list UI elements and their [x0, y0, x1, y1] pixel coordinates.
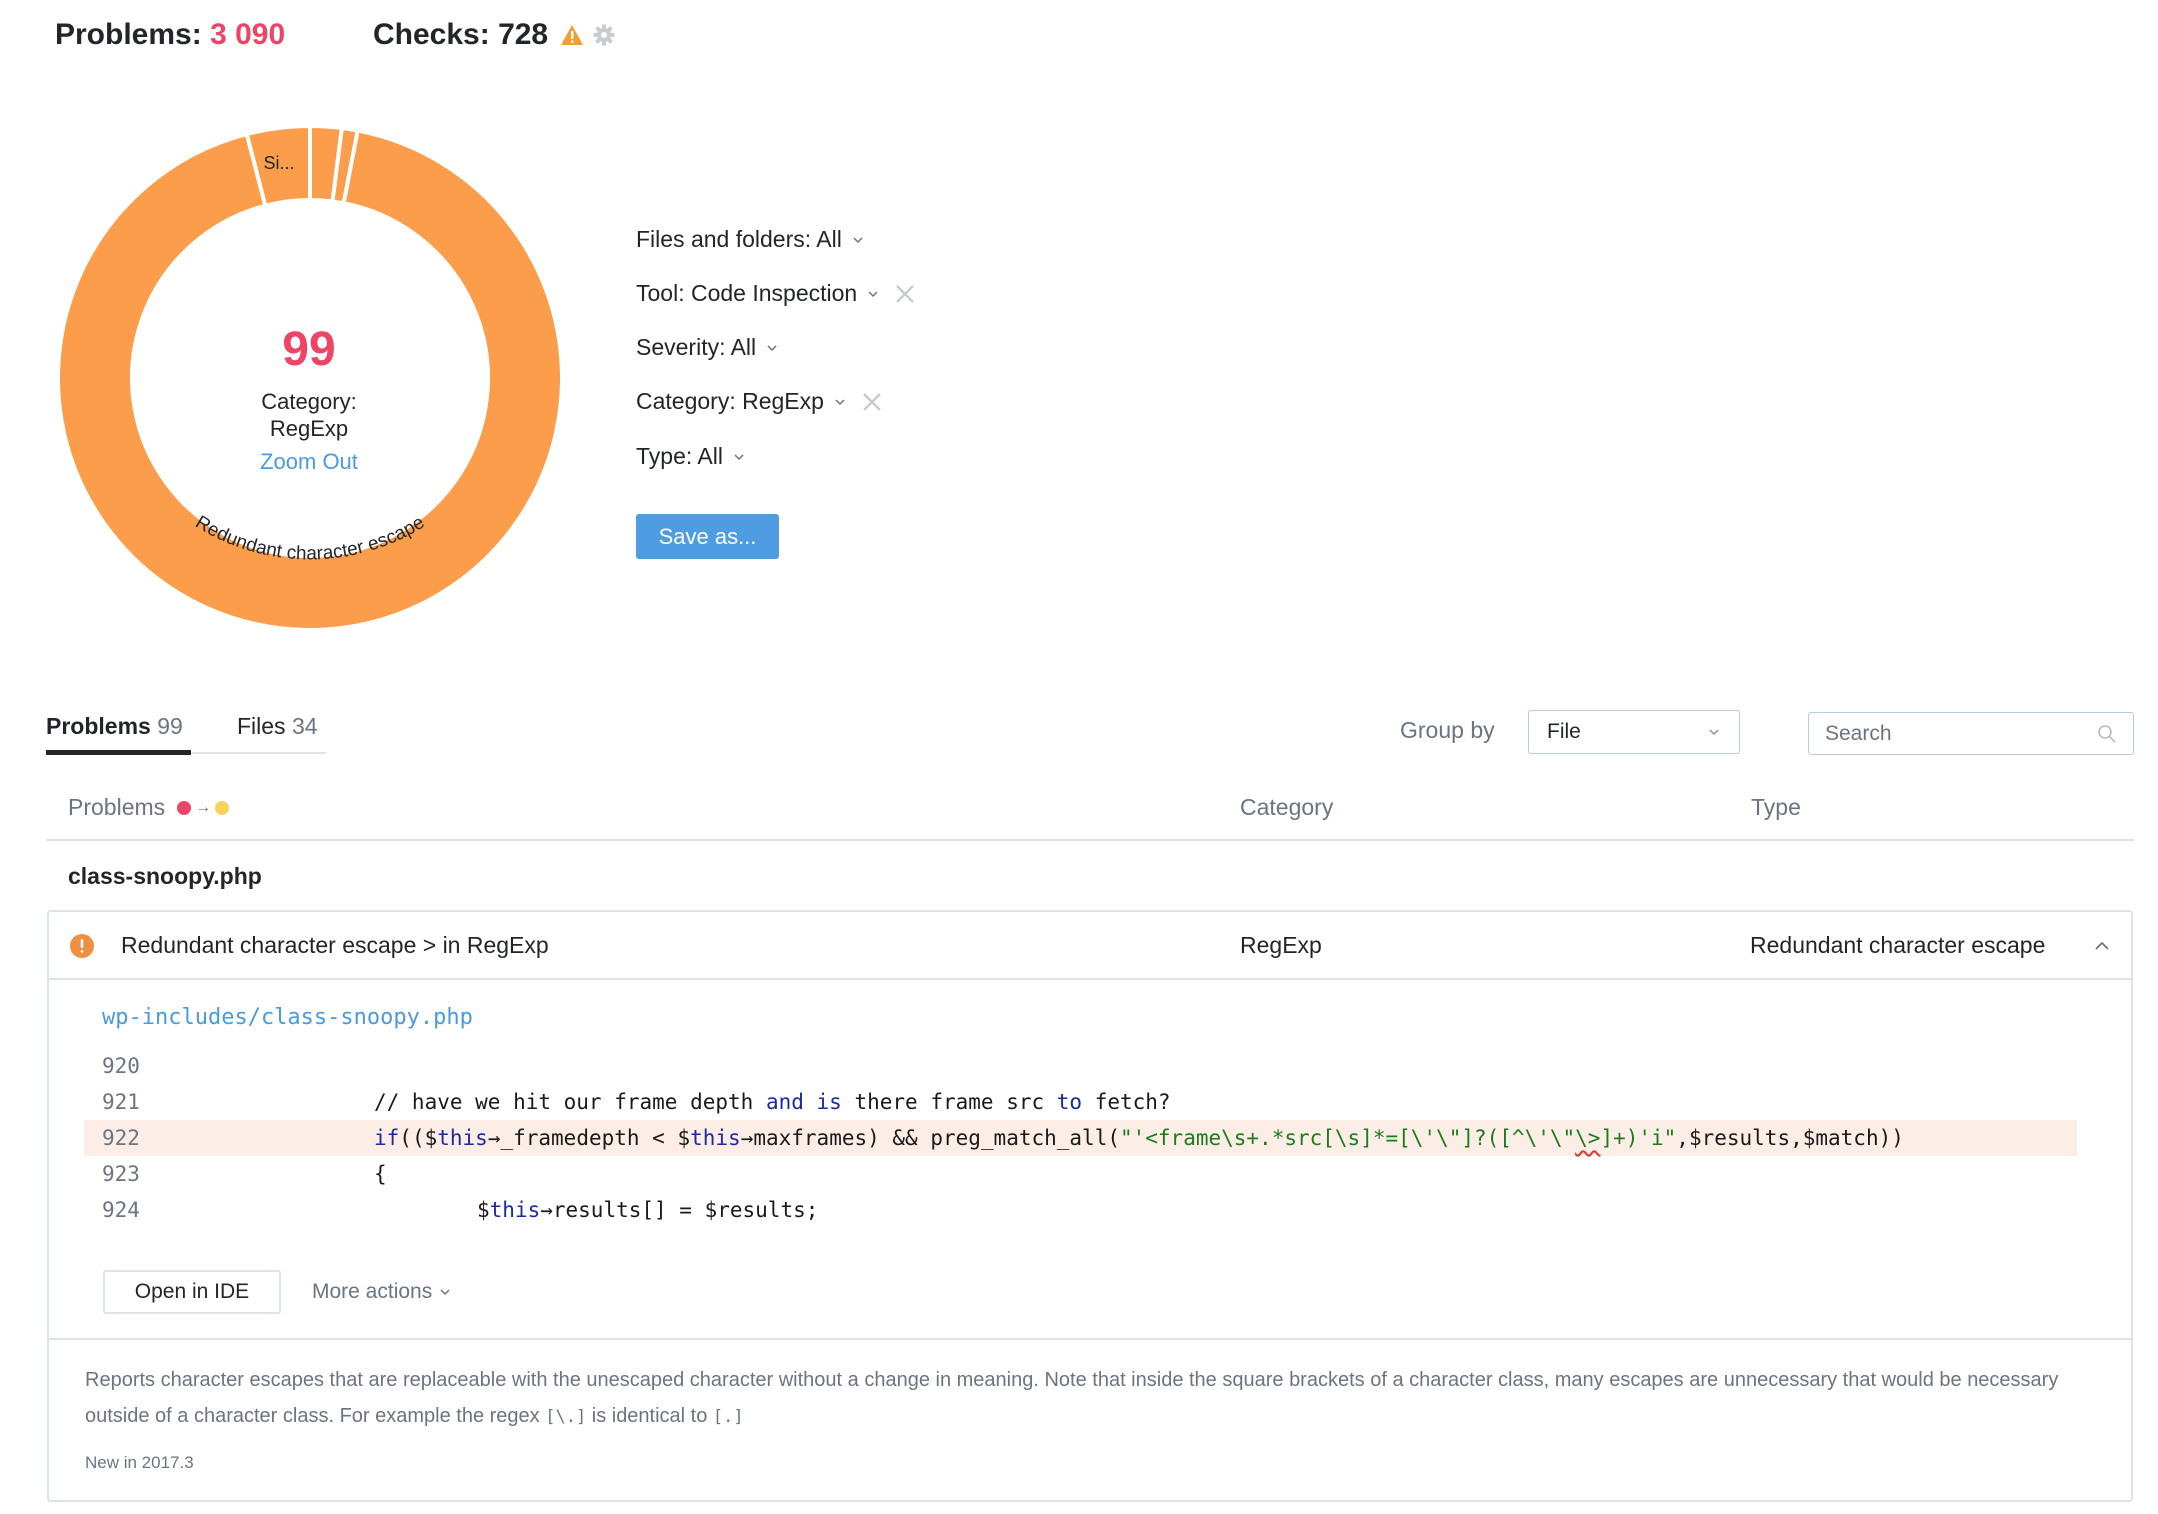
active-tab-indicator	[46, 750, 191, 755]
chevron-down-icon	[767, 344, 777, 351]
code-text: if(($this→_framedepth < $this→maxframes)…	[374, 1126, 1904, 1150]
search-box[interactable]	[1808, 712, 2134, 755]
chevron-down-icon	[440, 1289, 450, 1296]
group-file-name: class-snoopy.php	[68, 863, 262, 889]
warning-triangle-icon[interactable]	[560, 24, 584, 46]
line-number: 924	[102, 1198, 140, 1222]
slice-label-si: Si...	[263, 153, 294, 173]
search-icon	[2098, 724, 2116, 743]
group-by-value: File	[1547, 720, 1581, 743]
chevron-down-icon	[1709, 729, 1719, 736]
column-header-label: Problems	[68, 794, 166, 820]
code-text: {	[374, 1162, 387, 1186]
close-icon[interactable]	[861, 391, 883, 413]
filter-label: Category: RegExp	[636, 388, 824, 414]
close-icon[interactable]	[894, 283, 916, 305]
problem-type: Redundant character escape	[1750, 932, 2046, 958]
more-actions-label: More actions	[312, 1280, 433, 1303]
filter-label: Tool: Code Inspection	[636, 280, 858, 306]
code-text: // have we hit our frame depth and is th…	[374, 1090, 1171, 1114]
donut-center-label: Category: RegExp	[159, 388, 459, 442]
since-version: New in 2017.3	[85, 1453, 194, 1472]
gear-icon[interactable]	[592, 23, 616, 47]
description-code: [\.]	[545, 1407, 587, 1427]
checks-count: 728	[498, 18, 549, 51]
tab-label: Problems	[46, 713, 151, 739]
problem-category: RegExp	[1240, 932, 1322, 958]
code-line: 921 // have we hit our frame depth and i…	[84, 1084, 2077, 1120]
row-divider	[49, 978, 2131, 980]
filter-label: Type: All	[636, 443, 723, 469]
description-divider	[49, 1338, 2131, 1340]
filter-label: Files and folders: All	[636, 226, 842, 252]
description-text: is identical to	[586, 1405, 713, 1427]
tab-problems[interactable]: Problems 99	[46, 713, 183, 740]
header-divider	[46, 839, 2134, 841]
problems-label: Problems:	[55, 18, 202, 51]
severity-high-dot	[177, 800, 192, 815]
code-text: $this→results[] = $results;	[477, 1198, 819, 1222]
filter-type[interactable]: Type: All	[636, 443, 746, 470]
category-donut-chart[interactable]: Redundant character escape Si...	[50, 118, 570, 638]
open-in-ide-button[interactable]: Open in IDE	[103, 1270, 281, 1314]
warning-severity-icon	[70, 933, 94, 958]
chevron-up-icon[interactable]	[2093, 937, 2111, 955]
code-line: 924 $this→results[] = $results;	[84, 1192, 2077, 1228]
problems-total: Problems: 3 090	[55, 18, 285, 52]
filter-severity[interactable]: Severity: All	[636, 334, 779, 361]
donut-center-label-line2: RegExp	[269, 416, 349, 441]
line-number: 920	[102, 1054, 140, 1078]
more-actions-dropdown[interactable]: More actions	[312, 1280, 452, 1304]
group-by-select[interactable]: File	[1528, 710, 1740, 754]
tab-count: 99	[157, 713, 183, 739]
filter-category[interactable]: Category: RegExp	[636, 388, 883, 415]
chevron-down-icon	[734, 453, 744, 460]
filter-files-folders[interactable]: Files and folders: All	[636, 226, 865, 253]
arrow-right-icon: →	[195, 798, 212, 816]
column-header-problems[interactable]: Problems →	[68, 794, 230, 821]
column-header-category[interactable]: Category	[1240, 794, 1333, 821]
tab-label: Files	[237, 713, 286, 739]
code-line-highlighted: 922 if(($this→_framedepth < $this→maxfra…	[84, 1120, 2077, 1156]
description-text: Reports character escapes that are repla…	[85, 1369, 2059, 1427]
group-by-label: Group by	[1400, 717, 1495, 743]
problem-row[interactable]: Redundant character escape > in RegExp R…	[49, 912, 2131, 979]
donut-center-count: 99	[282, 323, 336, 376]
checks-total: Checks: 728	[373, 18, 616, 52]
severity-low-dot	[215, 800, 230, 815]
tab-count: 34	[291, 713, 318, 739]
column-header-type[interactable]: Type	[1751, 794, 1801, 821]
line-number: 923	[102, 1162, 140, 1186]
save-as-button[interactable]: Save as...	[636, 514, 779, 559]
chevron-down-icon	[853, 236, 863, 243]
file-path-link[interactable]: wp-includes/class-snoopy.php	[102, 1005, 473, 1030]
line-number: 922	[102, 1126, 140, 1150]
filter-tool[interactable]: Tool: Code Inspection	[636, 280, 916, 307]
tab-files[interactable]: Files 34	[237, 713, 318, 740]
inspection-description: Reports character escapes that are repla…	[85, 1362, 2085, 1435]
description-code: [.]	[712, 1407, 744, 1427]
problem-title: Redundant character escape > in RegExp	[121, 932, 549, 958]
line-number: 921	[102, 1090, 140, 1114]
problems-count: 3 090	[210, 18, 286, 51]
checks-label: Checks:	[373, 18, 490, 51]
filter-label: Severity: All	[636, 334, 757, 360]
code-line: 923 {	[84, 1156, 2077, 1192]
donut-center-label-line1: Category:	[261, 389, 357, 414]
search-input[interactable]	[1825, 721, 2085, 746]
chevron-down-icon	[835, 398, 845, 405]
zoom-out-link[interactable]: Zoom Out	[159, 449, 459, 475]
chevron-down-icon	[868, 290, 878, 297]
code-line: 920	[84, 1048, 2077, 1084]
